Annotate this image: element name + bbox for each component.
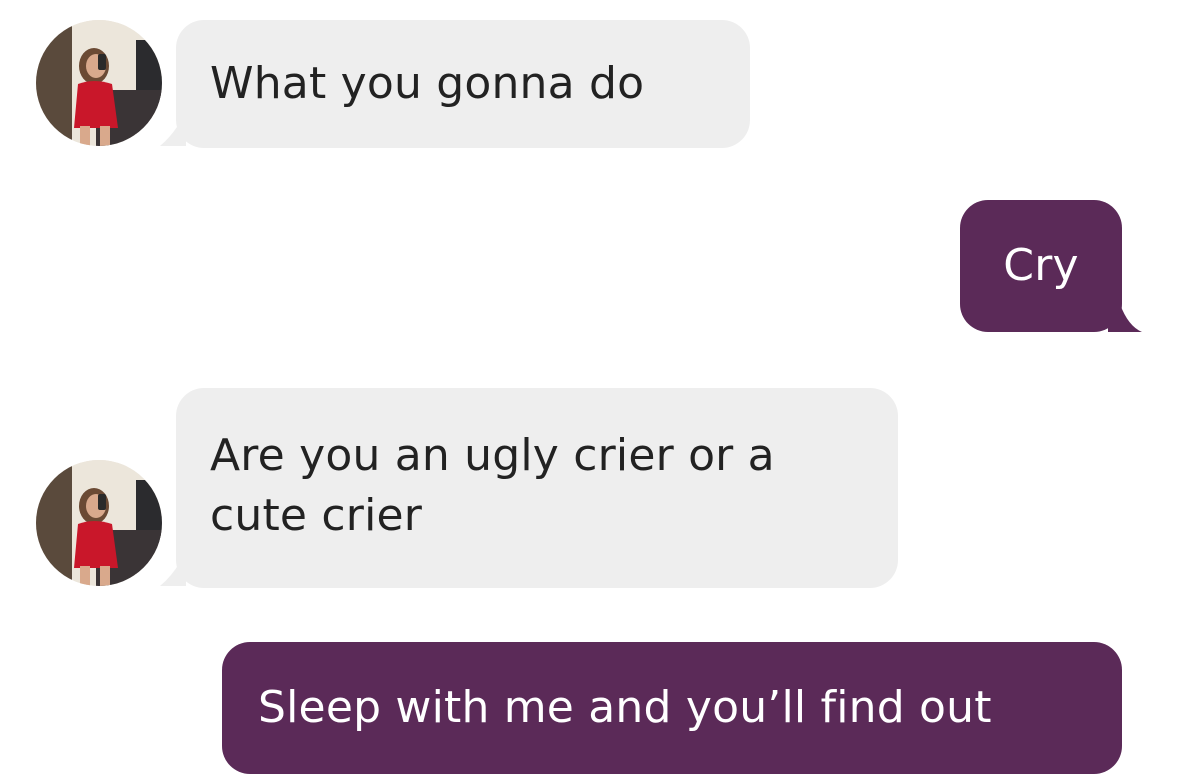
message-text: Sleep with me and you’ll find out (258, 682, 992, 733)
contact-avatar[interactable] (36, 20, 162, 146)
bubble-tail (1108, 304, 1142, 332)
incoming-message-bubble[interactable]: What you gonna do (176, 20, 750, 148)
message-text-line: Are you an ugly crier or a (210, 430, 775, 481)
avatar-photo-icon (36, 20, 162, 146)
outgoing-message-bubble[interactable]: Sleep with me and you’ll find out (222, 642, 1122, 774)
outgoing-message-bubble[interactable]: Cry (960, 200, 1122, 332)
avatar-photo-icon (36, 460, 162, 586)
message-text: Cry (1003, 240, 1079, 291)
message-text: What you gonna do (210, 58, 645, 109)
incoming-message-bubble[interactable]: Are you an ugly crier or a cute crier (176, 388, 898, 588)
chat-thread: What you gonna do Cry Are you an ugly cr… (0, 0, 1200, 784)
contact-avatar[interactable] (36, 460, 162, 586)
message-text-line: cute crier (210, 490, 423, 541)
